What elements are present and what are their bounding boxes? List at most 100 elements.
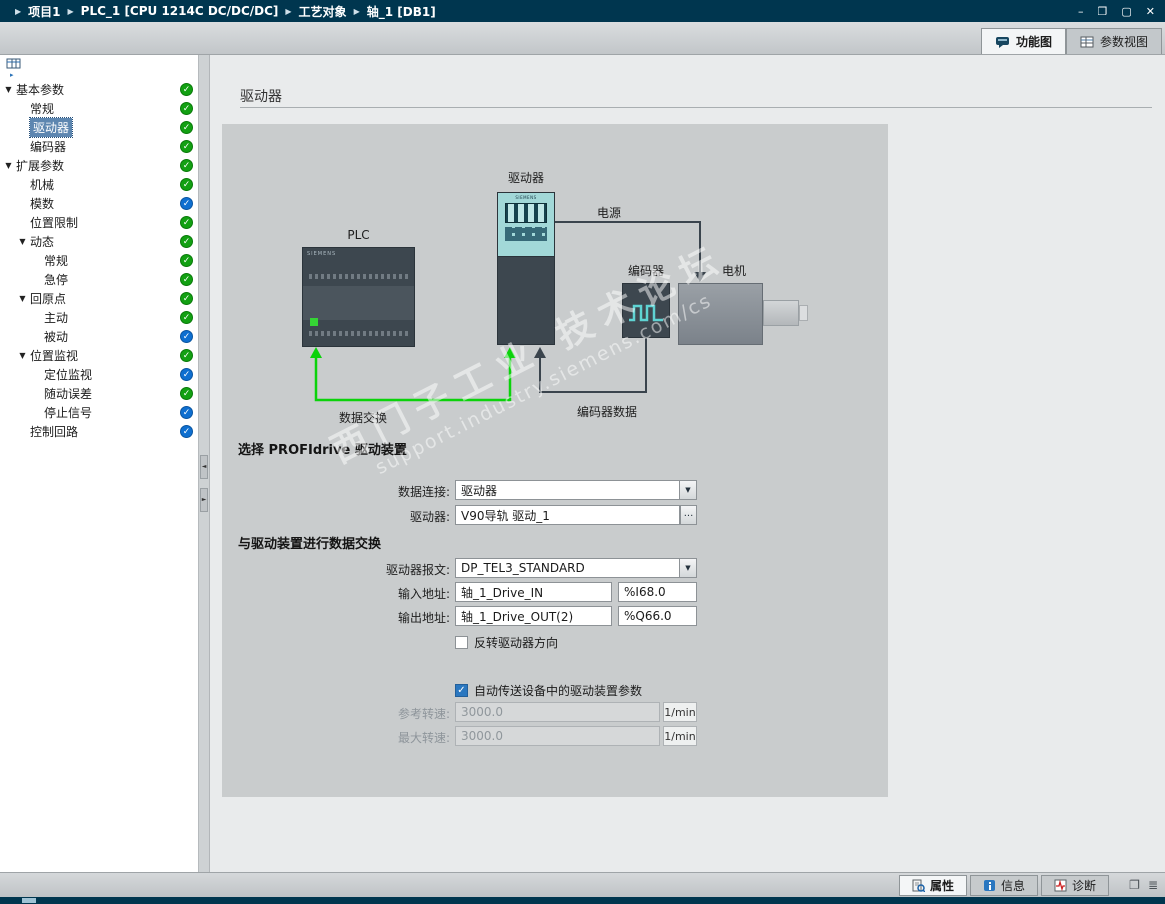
splitter-collapse-right-icon[interactable]: ► — [200, 488, 208, 512]
plc-terminals-bottom — [309, 331, 408, 336]
status-icon — [180, 425, 193, 438]
drive-name-value: V90导轨 驱动_1 — [461, 508, 550, 523]
output-address-name-field[interactable]: 轴_1_Drive_OUT(2) — [455, 606, 612, 626]
tia-portal-window: 项目1 PLC_1 [CPU 1214C DC/DC/DC] 工艺对象 轴_1 … — [0, 0, 1165, 904]
tree-item[interactable]: 被动 — [0, 327, 198, 346]
tree-item[interactable]: 随动误差 — [0, 384, 198, 403]
status-icon — [180, 159, 193, 172]
section-select-profidrive-title: 选择 PROFIdrive 驱动装置 — [238, 443, 407, 458]
breadcrumb-item[interactable]: 项目1 — [8, 3, 61, 20]
tree-item[interactable]: 位置限制 — [0, 213, 198, 232]
breadcrumb-separator-icon — [285, 7, 291, 16]
dropdown-arrow-icon[interactable]: ▼ — [679, 481, 696, 499]
close-button-icon[interactable]: ✕ — [1146, 6, 1155, 17]
title-bar: 项目1 PLC_1 [CPU 1214C DC/DC/DC] 工艺对象 轴_1 … — [0, 0, 1165, 22]
restore-button-icon[interactable]: ❐ — [1098, 6, 1108, 17]
input-address-value: %I68.0 — [624, 585, 666, 599]
tree-item[interactable]: 驱动器 — [0, 117, 198, 138]
encoder-label: 编码器 — [627, 264, 664, 278]
maximize-button-icon[interactable]: ▢ — [1121, 6, 1131, 17]
expand-arrow-icon[interactable] — [17, 237, 28, 246]
input-address-name-field[interactable]: 轴_1_Drive_IN — [455, 582, 612, 602]
sidebar-expander-icon[interactable]: ▸ — [10, 71, 198, 79]
tab-parameter-view[interactable]: 参数视图 — [1065, 28, 1162, 54]
expand-arrow-icon[interactable] — [17, 294, 28, 303]
tree-item[interactable]: 急停 — [0, 270, 198, 289]
input-address-value-field[interactable]: %I68.0 — [618, 582, 697, 602]
tree-item[interactable]: 主动 — [0, 308, 198, 327]
breadcrumb-item-label: 轴_1 [DB1] — [366, 4, 436, 19]
tree-item[interactable]: 定位监视 — [0, 365, 198, 384]
status-icon — [180, 311, 193, 324]
drive-browse-button[interactable]: ... — [680, 505, 697, 525]
telegram-label: 驱动器报文: — [385, 563, 450, 577]
encoder-pulse-icon — [629, 304, 663, 322]
output-address-value: %Q66.0 — [624, 609, 672, 623]
tab-diagnostics[interactable]: 诊断 — [1040, 875, 1109, 896]
navigation-grid-icon[interactable] — [6, 58, 22, 70]
tree-item[interactable]: 基本参数 — [0, 80, 198, 99]
telegram-select[interactable]: DP_TEL3_STANDARD ▼ — [455, 558, 697, 578]
minimize-button-icon[interactable]: – — [1078, 6, 1084, 17]
tree-item[interactable]: 常规 — [0, 99, 198, 118]
tree-item[interactable]: 常规 — [0, 251, 198, 270]
tree-item[interactable]: 回原点 — [0, 289, 198, 308]
properties-icon — [912, 879, 925, 892]
tree-item-label: 编码器 — [30, 140, 67, 154]
breadcrumb-item[interactable]: PLC_1 [CPU 1214C DC/DC/DC] — [61, 4, 279, 18]
tab-function-view[interactable]: 功能图 — [980, 28, 1066, 54]
status-icon — [180, 406, 193, 419]
data-exchange-label: 数据交换 — [338, 411, 387, 425]
tree-item-label: 常规 — [44, 254, 69, 268]
drive-operator-panel: SIEMENS — [498, 193, 554, 257]
breadcrumb-item-label: 项目1 — [28, 4, 61, 19]
tab-properties[interactable]: 属性 — [898, 875, 967, 896]
motor-device-image — [678, 283, 763, 345]
tree-item[interactable]: 机械 — [0, 175, 198, 194]
breadcrumb-item-label: PLC_1 [CPU 1214C DC/DC/DC] — [80, 4, 279, 18]
plc-run-led — [310, 318, 318, 326]
output-address-value-field[interactable]: %Q66.0 — [618, 606, 697, 626]
tree-item[interactable]: 模数 — [0, 194, 198, 213]
tab-info[interactable]: 信息 — [969, 875, 1038, 896]
drive-name-field[interactable]: V90导轨 驱动_1 — [455, 505, 680, 525]
status-strip-chip — [22, 898, 36, 903]
drive-label: 驱动器 — [507, 171, 544, 185]
expand-arrow-icon[interactable] — [3, 85, 14, 94]
breadcrumb-item[interactable]: 轴_1 [DB1] — [347, 3, 436, 20]
status-icon — [180, 102, 193, 115]
checkbox-box-icon[interactable] — [455, 635, 468, 649]
breadcrumb-separator-icon — [15, 7, 21, 16]
status-icon — [180, 273, 193, 286]
list-menu-icon[interactable]: ≣ — [1148, 878, 1158, 892]
auto-transfer-checkbox[interactable]: 自动传送设备中的驱动装置参数 — [455, 682, 642, 698]
dropdown-arrow-icon[interactable]: ▼ — [679, 559, 696, 577]
tree-item[interactable]: 扩展参数 — [0, 156, 198, 175]
splitter-collapse-left-icon[interactable]: ◄ — [200, 455, 208, 479]
tree-item-label: 主动 — [44, 311, 69, 325]
reference-speed-unit: 1/min — [663, 702, 697, 722]
sidebar-splitter[interactable]: ◄ ► — [199, 55, 210, 872]
diagnostics-icon — [1054, 879, 1067, 892]
tree-item-label: 急停 — [44, 273, 69, 287]
telegram-row: 驱动器报文: DP_TEL3_STANDARD ▼ — [222, 558, 888, 578]
data-connection-select[interactable]: 驱动器 ▼ — [455, 480, 697, 500]
breadcrumb-item[interactable]: 工艺对象 — [278, 3, 347, 20]
reference-speed-field: 3000.0 — [455, 702, 660, 722]
tree-item[interactable]: 动态 — [0, 232, 198, 251]
tree-item[interactable]: 控制回路 — [0, 422, 198, 441]
checkbox-checked-icon[interactable] — [455, 683, 468, 697]
invert-direction-checkbox[interactable]: 反转驱动器方向 — [455, 634, 558, 650]
panel-toggle-icon[interactable]: ❐ — [1129, 878, 1140, 892]
expand-arrow-icon[interactable] — [17, 351, 28, 360]
view-tabs: 功能图 参数视图 — [980, 28, 1162, 54]
expand-arrow-icon[interactable] — [3, 161, 14, 170]
tree-item-label: 随动误差 — [44, 387, 93, 401]
status-icon — [180, 216, 193, 229]
output-address-row: 输出地址: 轴_1_Drive_OUT(2) %Q66.0 — [222, 606, 888, 626]
sidebar-toolbar: ▸ — [0, 55, 198, 80]
tree-item[interactable]: 编码器 — [0, 137, 198, 156]
tree-item[interactable]: 停止信号 — [0, 403, 198, 422]
tree-item[interactable]: 位置监视 — [0, 346, 198, 365]
title-divider — [240, 107, 1152, 108]
